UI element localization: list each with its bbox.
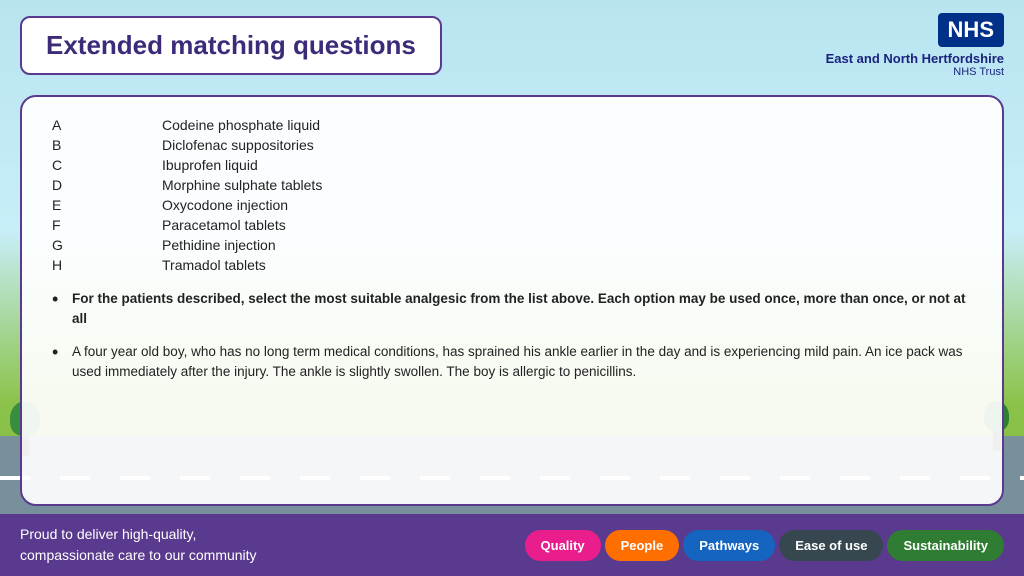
- instruction-item: •For the patients described, select the …: [52, 289, 972, 330]
- footer-badges: QualityPeoplePathwaysEase of useSustaina…: [525, 530, 1004, 561]
- option-text: Pethidine injection: [162, 237, 972, 253]
- page-title: Extended matching questions: [46, 30, 416, 61]
- nhs-logo: NHS East and North Hertfordshire NHS Tru…: [826, 13, 1004, 78]
- badge-pathways[interactable]: Pathways: [683, 530, 775, 561]
- list-item: D Morphine sulphate tablets: [52, 177, 972, 193]
- options-list: A Codeine phosphate liquid B Diclofenac …: [52, 117, 972, 273]
- list-item: A Codeine phosphate liquid: [52, 117, 972, 133]
- option-text: Paracetamol tablets: [162, 217, 972, 233]
- instruction-text: For the patients described, select the m…: [72, 289, 972, 330]
- trust-name: East and North Hertfordshire: [826, 51, 1004, 66]
- option-letter: E: [52, 197, 162, 213]
- instruction-text: A four year old boy, who has no long ter…: [72, 342, 972, 383]
- list-item: H Tramadol tablets: [52, 257, 972, 273]
- option-text: Ibuprofen liquid: [162, 157, 972, 173]
- header: Extended matching questions NHS East and…: [0, 0, 1024, 90]
- option-letter: H: [52, 257, 162, 273]
- option-text: Oxycodone injection: [162, 197, 972, 213]
- list-item: B Diclofenac suppositories: [52, 137, 972, 153]
- option-text: Codeine phosphate liquid: [162, 117, 972, 133]
- footer-line2: compassionate care to our community: [20, 545, 257, 566]
- option-text: Morphine sulphate tablets: [162, 177, 972, 193]
- badge-sustainability[interactable]: Sustainability: [887, 530, 1004, 561]
- option-letter: G: [52, 237, 162, 253]
- nhs-badge: NHS: [938, 13, 1004, 47]
- list-item: G Pethidine injection: [52, 237, 972, 253]
- list-item: C Ibuprofen liquid: [52, 157, 972, 173]
- option-text: Diclofenac suppositories: [162, 137, 972, 153]
- bullet-point: •: [52, 289, 72, 311]
- instruction-item: •A four year old boy, who has no long te…: [52, 342, 972, 383]
- main-card: A Codeine phosphate liquid B Diclofenac …: [20, 95, 1004, 506]
- option-letter: B: [52, 137, 162, 153]
- bullet-point: •: [52, 342, 72, 364]
- badge-ease-of-use[interactable]: Ease of use: [779, 530, 883, 561]
- option-letter: A: [52, 117, 162, 133]
- option-letter: D: [52, 177, 162, 193]
- footer-text: Proud to deliver high-quality, compassio…: [20, 524, 257, 566]
- option-letter: F: [52, 217, 162, 233]
- option-letter: C: [52, 157, 162, 173]
- option-text: Tramadol tablets: [162, 257, 972, 273]
- list-item: F Paracetamol tablets: [52, 217, 972, 233]
- title-box: Extended matching questions: [20, 16, 442, 75]
- badge-people[interactable]: People: [605, 530, 680, 561]
- badge-quality[interactable]: Quality: [525, 530, 601, 561]
- list-item: E Oxycodone injection: [52, 197, 972, 213]
- instructions: •For the patients described, select the …: [52, 289, 972, 382]
- trust-sub: NHS Trust: [826, 66, 1004, 78]
- footer-line1: Proud to deliver high-quality,: [20, 524, 257, 545]
- footer: Proud to deliver high-quality, compassio…: [0, 514, 1024, 576]
